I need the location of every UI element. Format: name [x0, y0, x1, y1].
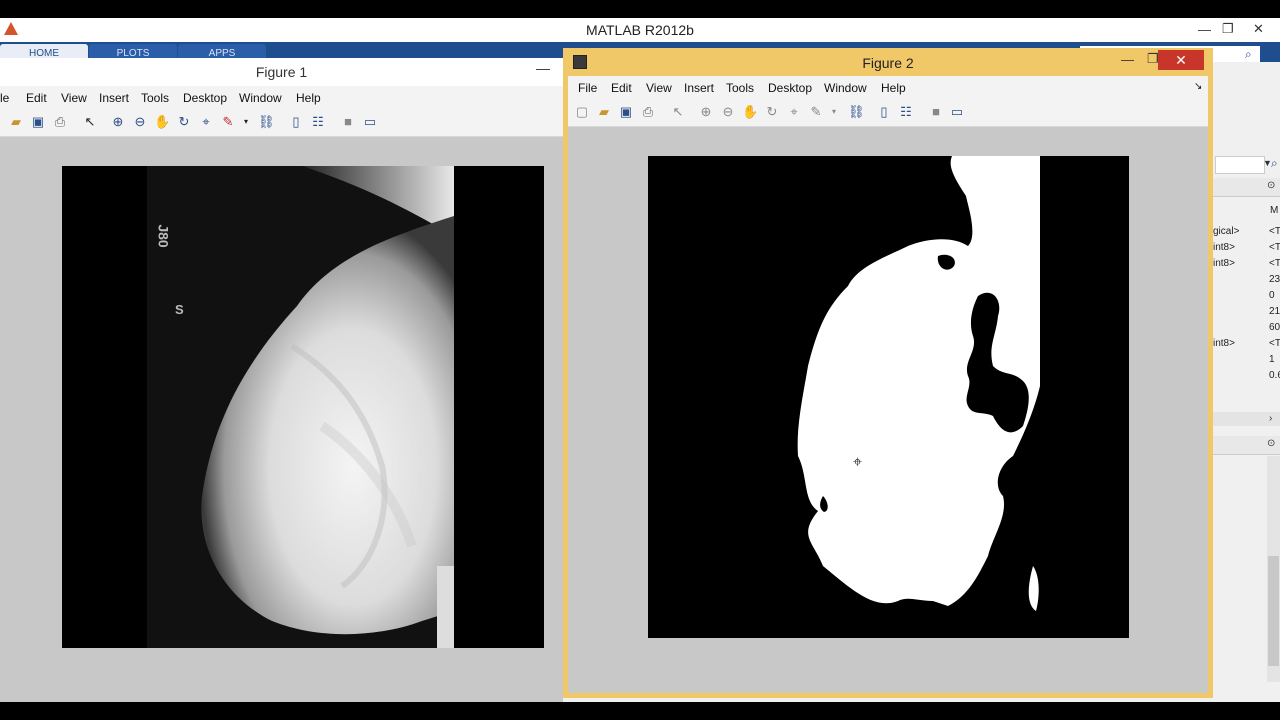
matlab-restore-button[interactable]: ❐: [1222, 21, 1234, 37]
workspace-dropdown-field[interactable]: [1215, 156, 1265, 174]
menu-edit[interactable]: Edit: [611, 81, 632, 95]
mammogram-graphic: [62, 166, 544, 648]
search-icon[interactable]: ⌕: [1245, 47, 1252, 62]
figure1-menubar: le Edit View Insert Tools Desktop Window…: [0, 86, 563, 110]
chevron-down-icon[interactable]: ⊙: [1267, 180, 1275, 191]
matlab-window-title: MATLAB R2012b: [586, 22, 694, 38]
pan-icon[interactable]: ✋: [742, 104, 758, 120]
menu-help[interactable]: Help: [881, 81, 906, 95]
workspace-name: gical>: [1213, 226, 1240, 237]
scrollbar-thumb[interactable]: [1268, 556, 1279, 666]
matlab-close-button[interactable]: ✕: [1253, 21, 1264, 37]
workspace-value: <T: [1269, 226, 1280, 237]
menu-help[interactable]: Help: [296, 91, 321, 105]
workspace-value: <T: [1269, 258, 1280, 269]
rotate-icon[interactable]: ↻: [764, 104, 780, 120]
segmentation-mask-image[interactable]: ⌖: [648, 156, 1129, 638]
film-label-j80: J80: [155, 224, 172, 248]
workspace-value: <T: [1269, 242, 1280, 253]
hide-plot-tools-icon[interactable]: ■: [340, 114, 356, 130]
rotate-icon[interactable]: ↻: [176, 114, 192, 130]
pan-icon[interactable]: ✋: [154, 114, 170, 130]
print-icon[interactable]: ⎙: [640, 104, 656, 120]
workspace-value: 0.6: [1269, 370, 1280, 381]
figure1-toolbar: ▰ ▣ ⎙ ↖ ⊕ ⊖ ✋ ↻ ⌖ ✎ ▾ ⛓ ▯ ☷ ■ ▭: [0, 110, 563, 137]
menu-window[interactable]: Window: [239, 91, 282, 105]
zoom-in-icon[interactable]: ⊕: [698, 104, 714, 120]
menu-desktop[interactable]: Desktop: [768, 81, 812, 95]
figure2-close-button[interactable]: ✕: [1158, 50, 1204, 70]
zoom-out-icon[interactable]: ⊖: [720, 104, 736, 120]
brush-icon[interactable]: ✎: [808, 104, 824, 120]
legend-icon[interactable]: ☷: [310, 114, 326, 130]
menu-insert[interactable]: Insert: [99, 91, 129, 105]
figure2-maximize-button[interactable]: ❐: [1147, 51, 1159, 67]
film-label-s: S: [175, 302, 184, 317]
figure1-minimize-button[interactable]: —: [536, 60, 550, 76]
figure2-client-area: File Edit View Insert Tools Desktop Wind…: [568, 76, 1208, 693]
chevron-right-icon[interactable]: ›: [1269, 413, 1272, 424]
print-icon[interactable]: ⎙: [52, 114, 68, 130]
menu-insert[interactable]: Insert: [684, 81, 714, 95]
menu-file[interactable]: le: [0, 91, 9, 105]
workspace-panel: ▼ ⌕ ⊙ M gical> int8> int8> int8> <T <T <…: [1213, 62, 1280, 702]
figure2-title: Figure 2: [862, 55, 914, 71]
legend-icon[interactable]: ☷: [898, 104, 914, 120]
figure2-minimize-button[interactable]: —: [1121, 52, 1134, 67]
figure2-window: Figure 2 — ❐ ✕ File Edit View Insert Too…: [563, 48, 1213, 698]
bottom-edge: [0, 702, 1280, 720]
figure2-toolbar: ▢ ▰ ▣ ⎙ ↖ ⊕ ⊖ ✋ ↻ ⌖ ✎ ▾ ⛓ ▯ ☷ ■ ▭: [568, 100, 1208, 127]
menu-tools[interactable]: Tools: [726, 81, 754, 95]
data-cursor-icon[interactable]: ⌖: [786, 104, 802, 120]
show-plot-tools-icon[interactable]: ▭: [949, 104, 965, 120]
save-icon[interactable]: ▣: [618, 104, 634, 120]
menu-desktop[interactable]: Desktop: [183, 91, 227, 105]
menu-tools[interactable]: Tools: [141, 91, 169, 105]
workspace-name: int8>: [1213, 338, 1235, 349]
menu-view[interactable]: View: [646, 81, 672, 95]
data-cursor-icon[interactable]: ⌖: [198, 114, 214, 130]
menu-edit[interactable]: Edit: [26, 91, 47, 105]
menu-window[interactable]: Window: [824, 81, 867, 95]
hide-plot-tools-icon[interactable]: ■: [928, 104, 944, 120]
zoom-out-icon[interactable]: ⊖: [132, 114, 148, 130]
figure1-title: Figure 1: [255, 64, 308, 80]
show-plot-tools-icon[interactable]: ▭: [362, 114, 378, 130]
figure2-menubar: File Edit View Insert Tools Desktop Wind…: [568, 76, 1208, 100]
workspace-value: 23: [1269, 274, 1280, 285]
new-figure-icon[interactable]: ▢: [574, 104, 590, 120]
workspace-name: int8>: [1213, 242, 1235, 253]
workspace-value: 60: [1269, 322, 1280, 333]
workspace-column-header: M: [1270, 205, 1279, 216]
chevron-down-icon[interactable]: ▾: [238, 114, 254, 130]
workspace-value: 0: [1269, 290, 1275, 301]
mammogram-image[interactable]: J80 S: [62, 166, 544, 648]
figure1-window: Figure 1 — le Edit View Insert Tools Des…: [0, 58, 563, 702]
workspace-name: int8>: [1213, 258, 1235, 269]
mask-graphic: [648, 156, 1129, 638]
colorbar-icon[interactable]: ▯: [876, 104, 892, 120]
workspace-value: <T: [1269, 338, 1280, 349]
menu-view[interactable]: View: [61, 91, 87, 105]
colorbar-icon[interactable]: ▯: [288, 114, 304, 130]
pointer-icon[interactable]: ↖: [82, 114, 98, 130]
workspace-value: 1: [1269, 354, 1275, 365]
workspace-value: 21: [1269, 306, 1280, 317]
crosshair-cursor-icon: ⌖: [853, 454, 863, 471]
zoom-in-icon[interactable]: ⊕: [110, 114, 126, 130]
chevron-down-icon[interactable]: ⊙: [1267, 438, 1275, 449]
chevron-down-icon[interactable]: ▾: [826, 104, 842, 120]
save-icon[interactable]: ▣: [30, 114, 46, 130]
search-icon[interactable]: ⌕: [1271, 156, 1278, 171]
brush-icon[interactable]: ✎: [220, 114, 236, 130]
pointer-icon[interactable]: ↖: [670, 104, 686, 120]
open-file-icon[interactable]: ▰: [8, 114, 24, 130]
menu-file[interactable]: File: [578, 81, 597, 95]
link-plot-icon[interactable]: ⛓: [258, 114, 275, 130]
undock-icon[interactable]: ↘: [1194, 81, 1202, 92]
open-file-icon[interactable]: ▰: [596, 104, 612, 120]
link-plot-icon[interactable]: ⛓: [848, 104, 865, 120]
matlab-minimize-button[interactable]: —: [1198, 22, 1211, 37]
